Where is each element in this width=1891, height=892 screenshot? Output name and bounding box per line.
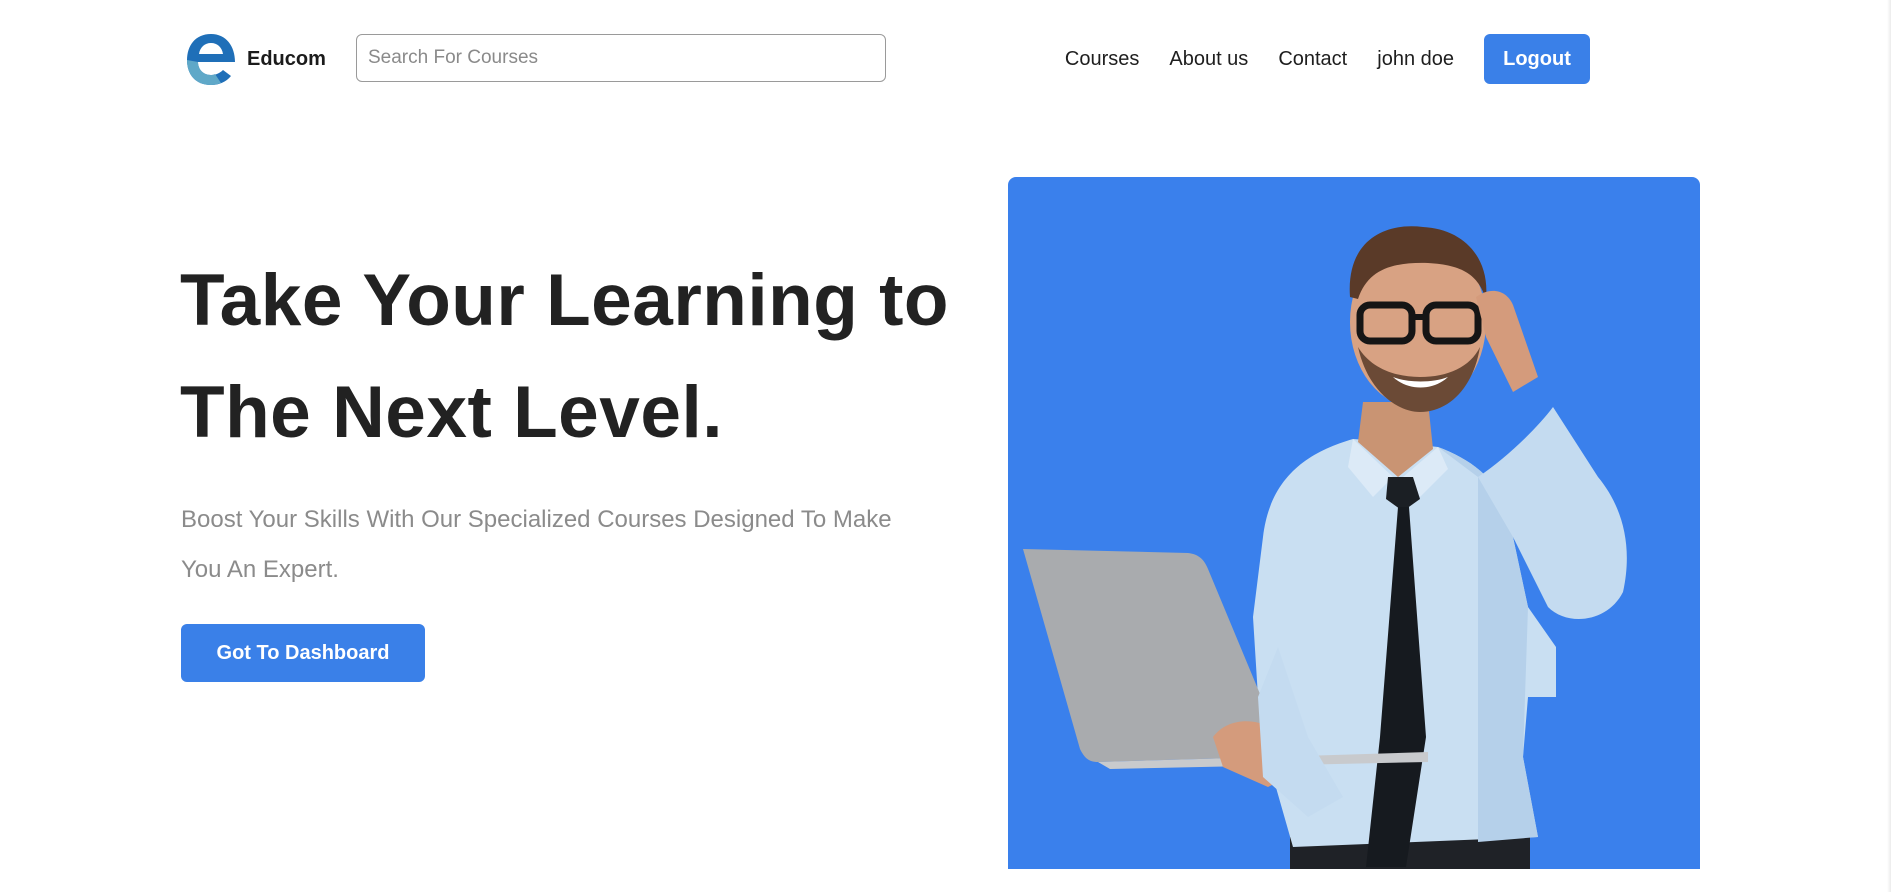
main-nav: Courses About us Contact john doe Logout — [1065, 34, 1590, 84]
man-with-laptop-photo — [1023, 226, 1627, 869]
nav-link-user-profile[interactable]: john doe — [1377, 48, 1454, 71]
nav-link-courses[interactable]: Courses — [1065, 48, 1139, 71]
logout-button[interactable]: Logout — [1484, 34, 1590, 84]
scrollbar-edge — [1887, 0, 1891, 892]
e-letter-logo-icon — [187, 34, 235, 85]
go-to-dashboard-button[interactable]: Got To Dashboard — [181, 624, 425, 682]
hero-title: Take Your Learning to The Next Level. — [180, 245, 1000, 469]
hero-image — [1008, 177, 1700, 869]
search-input[interactable] — [356, 34, 886, 82]
brand[interactable]: Educom — [185, 32, 326, 87]
nav-link-about-us[interactable]: About us — [1169, 48, 1248, 71]
hero-title-line-1: Take Your Learning to — [180, 260, 950, 341]
landing-page: Educom Courses About us Contact john doe… — [0, 0, 1891, 892]
hero-subtitle-line-1: Boost Your Skills With Our Specialized C… — [181, 506, 892, 533]
nav-link-contact[interactable]: Contact — [1278, 48, 1347, 71]
hero-subtitle: Boost Your Skills With Our Specialized C… — [181, 495, 941, 595]
hero-title-line-2: The Next Level. — [180, 372, 724, 453]
hero-subtitle-line-2: You An Expert. — [181, 556, 339, 583]
brand-name: Educom — [247, 48, 326, 70]
